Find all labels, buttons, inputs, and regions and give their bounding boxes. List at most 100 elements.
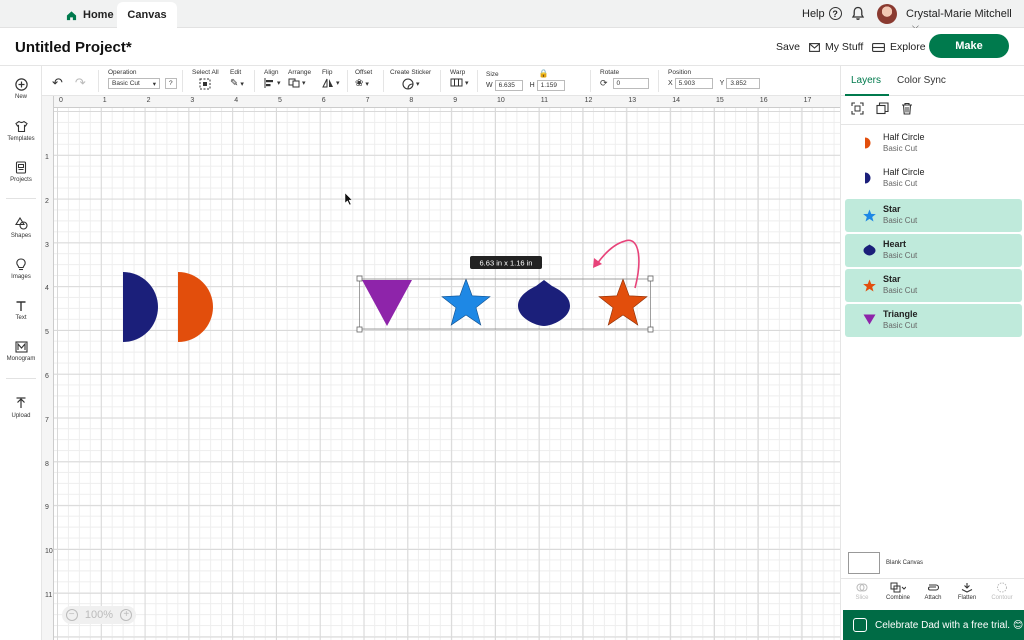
warp-control[interactable]: Warp ▾ — [450, 69, 469, 87]
combine-button[interactable]: Combine — [881, 582, 915, 601]
zoom-out-icon[interactable]: − — [65, 609, 78, 621]
design-canvas[interactable]: 6.63 in x 1.16 in 0 1 2 3 4 5 6 7 8 9 10 11 12 13 14 15… — [42, 96, 840, 640]
select-all-control[interactable]: Select All — [192, 69, 219, 92]
selection-handle[interactable] — [356, 326, 363, 333]
rotate-label: Rotate — [600, 69, 620, 76]
trash-icon[interactable] — [901, 102, 913, 115]
shapes-icon — [14, 217, 28, 230]
size-w-input[interactable]: 6.635 — [494, 80, 523, 91]
contour-icon — [997, 582, 1007, 593]
ruler-tick-label: 3 — [190, 97, 195, 104]
arrange-control[interactable]: Arrange ▾ — [288, 69, 311, 88]
lock-icon[interactable]: 🔒 — [539, 69, 549, 78]
contour-button[interactable]: Contour — [985, 582, 1019, 601]
help-label: Help — [802, 7, 825, 20]
offset-control[interactable]: Offset ❀ ▾ — [355, 69, 372, 89]
align-control[interactable]: Align ▾ — [264, 69, 281, 88]
layer-item-triangle[interactable]: Triangle Basic Cut — [845, 304, 1022, 337]
tab-home[interactable]: Home — [56, 2, 120, 28]
flip-control[interactable]: Flip ▾ — [322, 69, 340, 88]
triangle-shape[interactable] — [362, 280, 412, 326]
edit-toolbar: ↶ ↷ Operation Basic Cut ▾ ? Select All Ed… — [42, 66, 840, 96]
tab-canvas[interactable]: Canvas — [117, 2, 177, 28]
position-x-input[interactable]: 5.903 — [674, 78, 713, 89]
sidebar-item-monogram[interactable]: Monogram — [0, 341, 42, 362]
half-circle-orange[interactable] — [178, 272, 213, 342]
layer-name: Half Circle — [883, 167, 925, 177]
layer-item-half-circle-navy[interactable]: Half Circle Basic Cut — [845, 162, 1022, 195]
half-circle-navy[interactable] — [123, 272, 158, 342]
ruler-tick-label: 1 — [102, 97, 107, 104]
layer-name: Star — [883, 204, 901, 214]
annotation-arrow — [596, 239, 640, 289]
layer-operation: Basic Cut — [883, 144, 918, 153]
slice-icon — [856, 583, 868, 592]
redo-icon[interactable]: ↷ — [75, 75, 86, 91]
duplicate-icon[interactable] — [876, 102, 889, 115]
sidebar-item-new[interactable]: New — [0, 78, 42, 100]
select-all-label: Select All — [192, 69, 219, 76]
sidebar-item-upload[interactable]: Upload — [0, 397, 42, 419]
star-blue[interactable] — [441, 278, 491, 326]
sidebar-item-projects[interactable]: Projects — [0, 161, 42, 183]
ruler-tick-label: 4 — [234, 97, 239, 104]
layer-item-heart[interactable]: Heart Basic Cut — [845, 234, 1022, 267]
top-tab-bar: Home Canvas Help ? Crystal-Marie Mitchel… — [0, 0, 1024, 31]
explore-button[interactable]: Explore — [872, 41, 926, 53]
operation-help-button[interactable]: ? — [165, 78, 177, 89]
ruler-tick-label: 9 — [453, 97, 458, 104]
tab-layers[interactable]: Layers — [851, 75, 881, 86]
make-button[interactable]: Make — [929, 34, 1009, 58]
help-button[interactable]: Help ? — [802, 7, 842, 20]
my-stuff-button[interactable]: My Stuff — [809, 41, 863, 53]
sidebar-item-templates[interactable]: Templates — [0, 120, 42, 142]
size-control: Size 🔒 W 6.635 H 1.159 — [486, 69, 565, 91]
sidebar-item-shapes[interactable]: Shapes — [0, 217, 42, 239]
gift-icon — [853, 618, 867, 632]
caret-down-icon: ▾ — [365, 80, 369, 88]
triangle-icon — [863, 314, 876, 325]
project-title[interactable]: Untitled Project* — [15, 39, 132, 56]
ruler-vertical: 1 2 3 4 5 6 7 8 9 10 11 — [42, 96, 54, 640]
heart-shape[interactable] — [518, 280, 570, 326]
avatar[interactable] — [877, 4, 897, 24]
bell-icon[interactable] — [851, 6, 865, 21]
tab-color-sync[interactable]: Color Sync — [897, 75, 946, 86]
group-icon[interactable] — [851, 102, 864, 115]
ruler-tick-label: 9 — [45, 504, 49, 512]
warp-label: Warp — [450, 69, 466, 76]
selection-handle[interactable] — [356, 275, 363, 282]
ruler-tick-label: 5 — [45, 329, 49, 337]
selection-handle[interactable] — [647, 326, 654, 333]
blank-canvas-swatch[interactable] — [848, 552, 880, 574]
size-h-input[interactable]: 1.159 — [536, 80, 565, 91]
pencil-icon: ✎ — [230, 78, 239, 89]
star-orange[interactable] — [598, 278, 648, 326]
sidebar-item-text[interactable]: Text — [0, 300, 42, 321]
rotate-input[interactable]: 0 — [612, 78, 649, 89]
sidebar-item-images[interactable]: Images — [0, 258, 42, 280]
layer-item-star-blue[interactable]: Star Basic Cut — [845, 199, 1022, 232]
layer-item-star-orange[interactable]: Star Basic Cut — [845, 269, 1022, 302]
edit-control[interactable]: Edit ✎ ▾ — [230, 69, 244, 89]
slice-button[interactable]: Slice — [845, 582, 879, 601]
undo-icon[interactable]: ↶ — [52, 75, 63, 91]
operation-label: Operation — [108, 69, 137, 76]
promo-banner[interactable]: Celebrate Dad with a free trial. 😊 — [843, 610, 1024, 640]
layer-operation: Basic Cut — [883, 286, 918, 295]
layer-operation: Basic Cut — [883, 251, 918, 260]
ruler-tick-label: 7 — [365, 97, 370, 104]
position-y-input[interactable]: 3.852 — [726, 78, 761, 89]
zoom-in-icon[interactable]: + — [120, 609, 133, 621]
operation-select[interactable]: Basic Cut ▾ — [108, 78, 160, 89]
flatten-button[interactable]: Flatten — [950, 582, 984, 601]
toolbar-divider — [347, 70, 348, 92]
left-sidebar: New Templates Projects Shapes Images Tex… — [0, 66, 42, 640]
selection-handle[interactable] — [647, 275, 654, 282]
create-sticker-control[interactable]: Create Sticker ▾ — [390, 69, 431, 90]
sidebar-item-label: Monogram — [6, 356, 36, 362]
attach-button[interactable]: Attach — [916, 582, 950, 601]
layer-item-half-circle-orange[interactable]: Half Circle Basic Cut — [845, 127, 1022, 160]
layer-name: Star — [883, 274, 901, 284]
save-button[interactable]: Save — [776, 41, 800, 53]
